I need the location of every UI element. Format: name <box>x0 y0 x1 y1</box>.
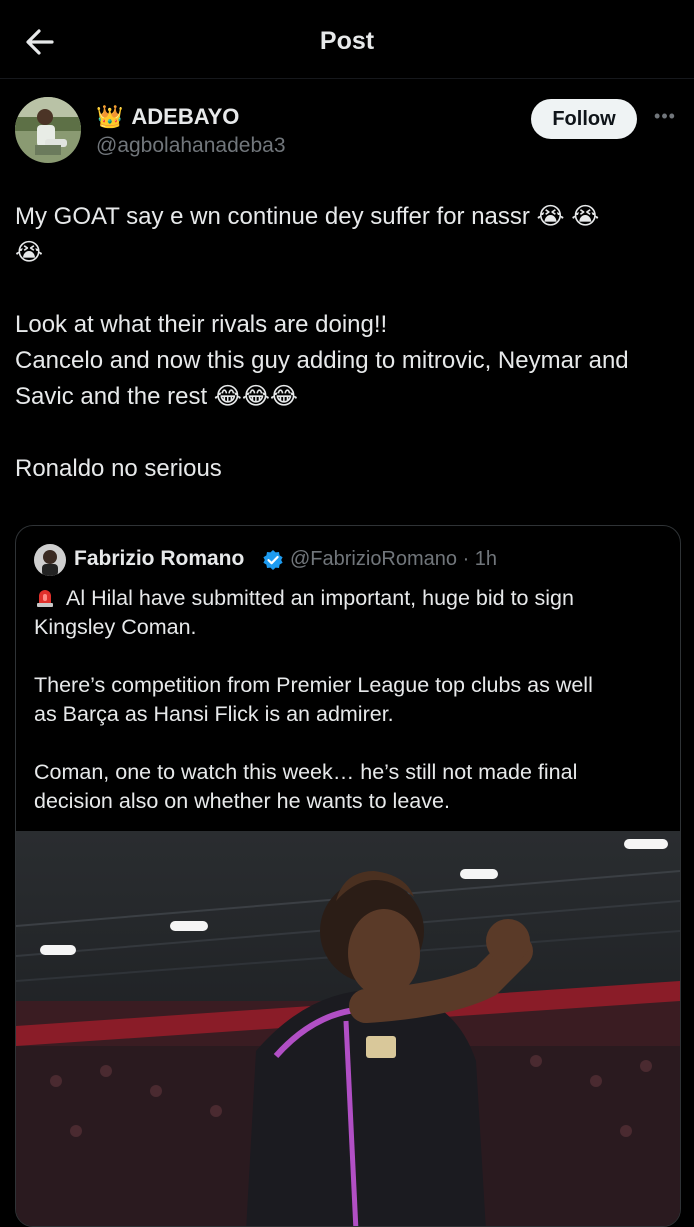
follow-button[interactable]: Follow <box>531 99 637 139</box>
post-line: Cancelo and now this guy adding to mitro… <box>15 347 629 374</box>
quoted-line: Coman, one to watch this week… he’s stil… <box>34 760 578 784</box>
quoted-line: Kingsley Coman. <box>34 615 197 639</box>
quoted-line: decision also on whether he wants to lea… <box>34 789 450 813</box>
author-handle[interactable]: @agbolahanadeba3 <box>96 134 286 158</box>
post-line: Look at what their rivals are doing!! <box>15 311 388 338</box>
post-line: 😭 <box>15 239 44 266</box>
crown-icon: 👑 <box>96 104 124 129</box>
avatar-photo <box>15 97 81 163</box>
quoted-text: Al Hilal have submitted an important, hu… <box>34 584 664 816</box>
quoted-line-text: Al Hilal have submitted an important, hu… <box>66 586 574 610</box>
quoted-handle-time: @FabrizioRomano · 1h <box>290 548 498 570</box>
top-bar: Post <box>0 0 694 78</box>
siren-icon <box>37 590 53 607</box>
avatar[interactable] <box>15 97 81 163</box>
quoted-avatar <box>34 544 66 576</box>
quoted-line: Al Hilal have submitted an important, hu… <box>34 584 664 613</box>
post-line: Savic and the rest 😂😂😂 <box>15 383 298 410</box>
verified-badge-icon <box>263 550 283 570</box>
post-line: Ronaldo no serious <box>15 455 222 482</box>
page-title: Post <box>319 27 375 55</box>
more-options-button[interactable]: ••• <box>650 106 680 130</box>
post-line: My GOAT say e wn continue dey suffer for… <box>15 203 600 230</box>
quoted-media-image[interactable] <box>16 831 680 1226</box>
author-name-row[interactable]: 👑 ADEBAYO <box>96 104 239 130</box>
quoted-line: There’s competition from Premier League … <box>34 673 593 697</box>
post-text: My GOAT say e wn continue dey suffer for… <box>15 199 680 487</box>
quoted-post[interactable]: Fabrizio Romano @FabrizioRomano · 1h Al … <box>15 525 681 1227</box>
header-divider <box>0 78 694 79</box>
quoted-author-name: Fabrizio Romano <box>74 547 245 570</box>
author-name: ADEBAYO <box>131 104 240 129</box>
quoted-line: as Barça as Hansi Flick is an admirer. <box>34 702 394 726</box>
